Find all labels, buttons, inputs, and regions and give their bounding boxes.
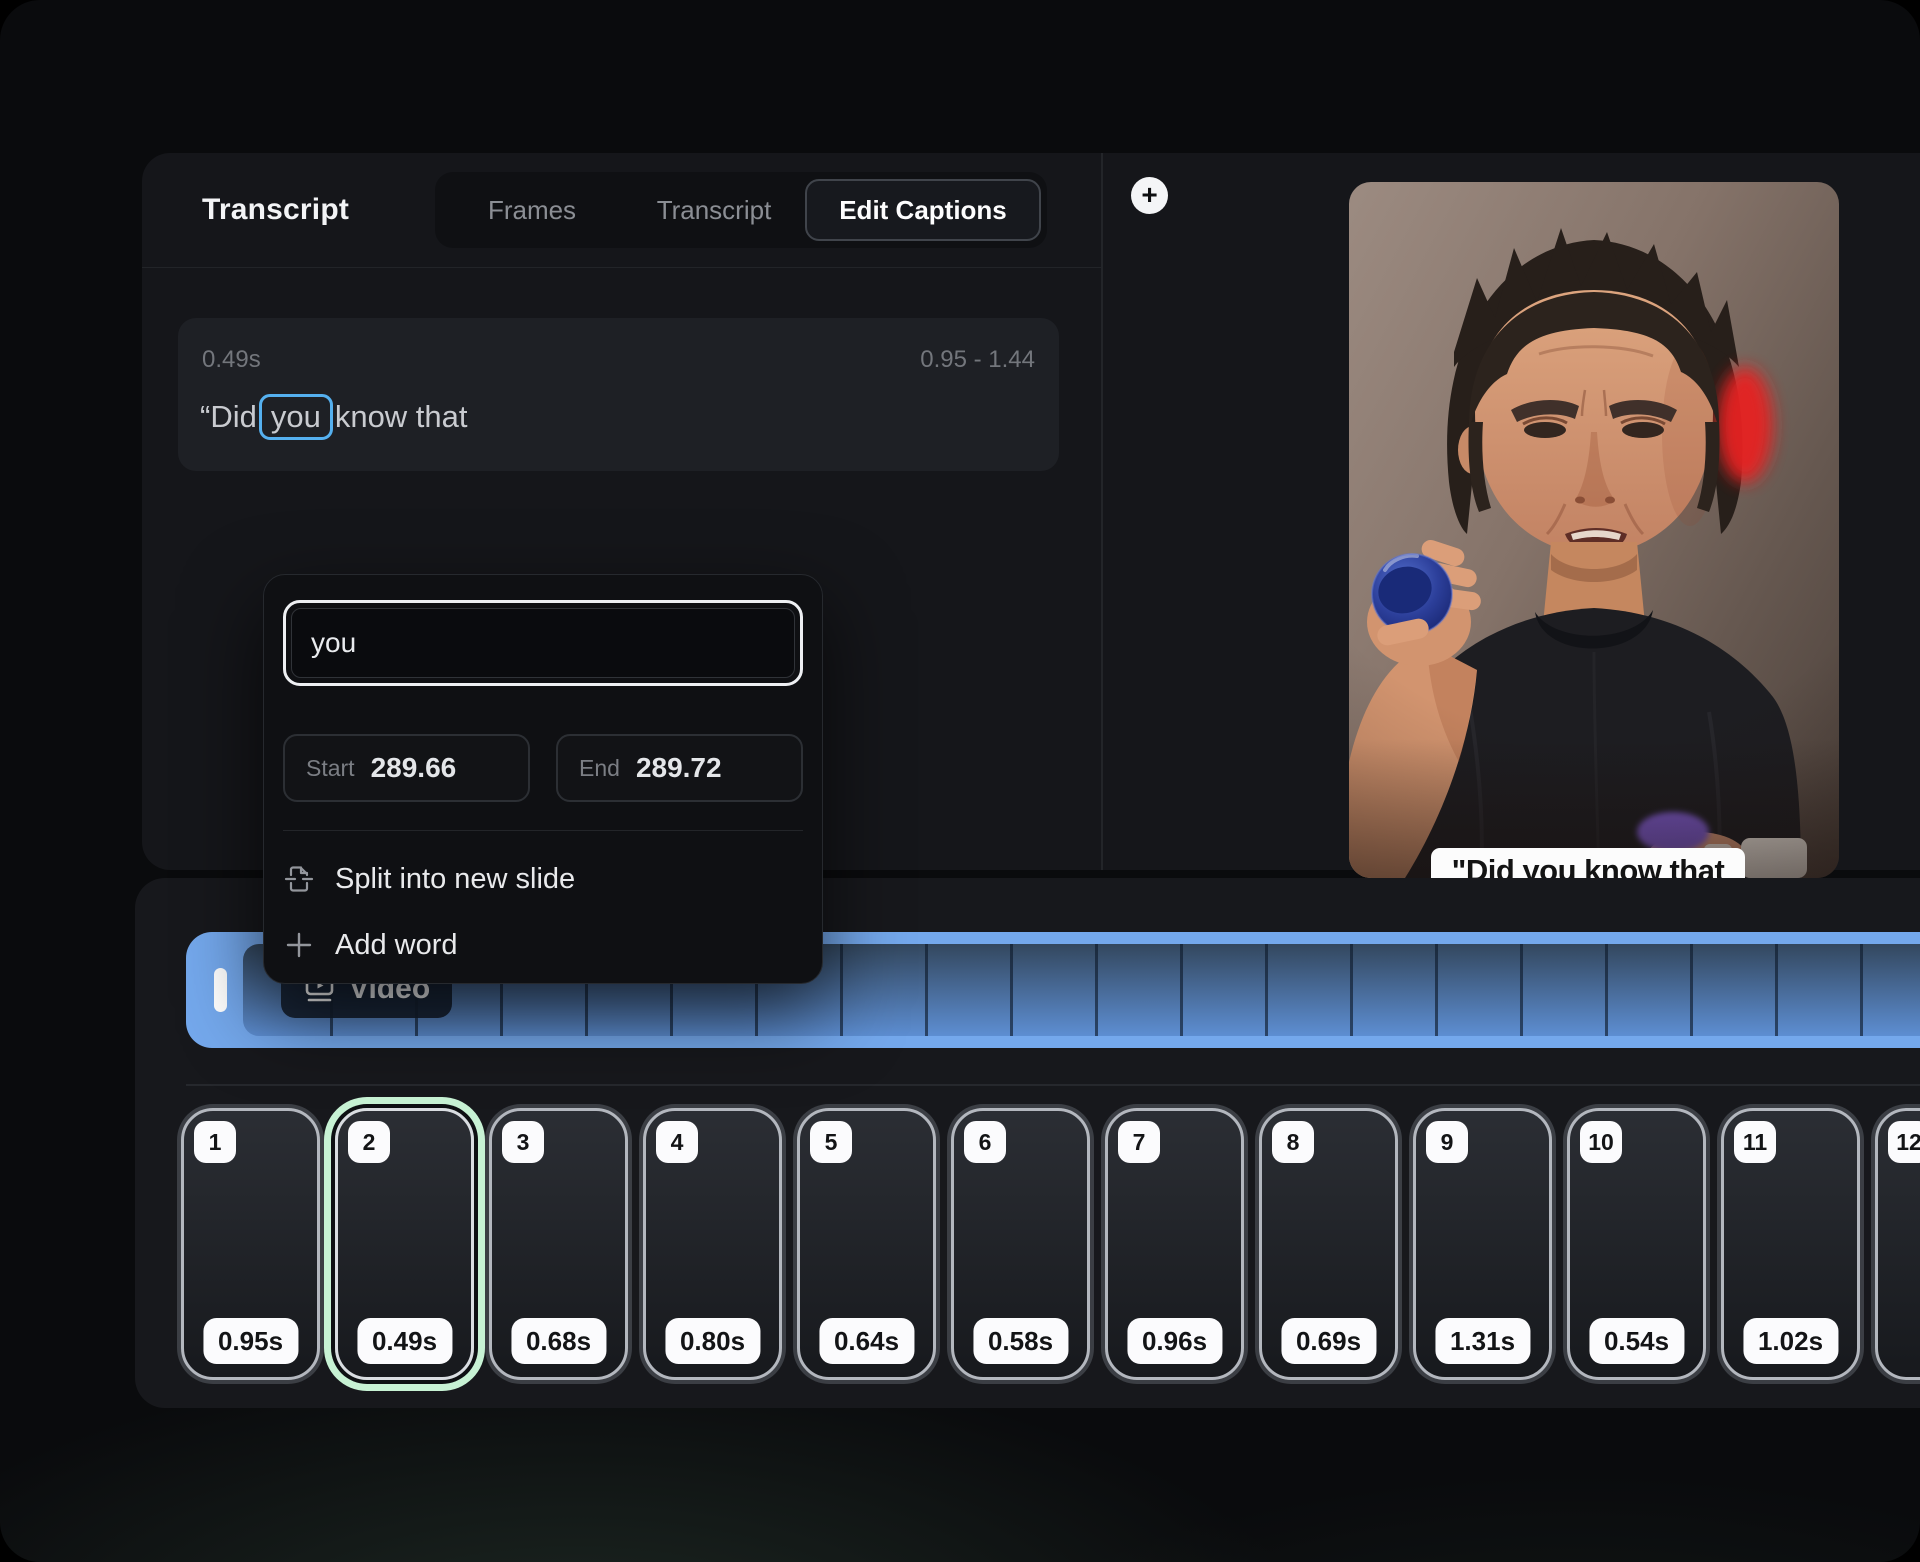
tab-edit-captions[interactable]: Edit Captions	[805, 179, 1041, 241]
preview-pane: +	[1103, 153, 1920, 870]
frame-thumbnail[interactable]: 8 0.69s	[1259, 1108, 1398, 1380]
frame-thumbnail[interactable]: 11 1.02s	[1721, 1108, 1860, 1380]
segment-times: 0.49s 0.95 - 1.44	[178, 318, 1059, 374]
word-input-wrapper: you	[283, 600, 803, 686]
segment-text-before: “Did	[200, 399, 257, 435]
transcript-segment-card[interactable]: 0.49s 0.95 - 1.44 “Did you know that	[178, 318, 1059, 471]
segment-text-after: know that	[335, 399, 468, 435]
frame-duration-badge: 1.02s	[1743, 1318, 1838, 1364]
segment-text: “Did you know that	[200, 394, 1059, 440]
frame-thumbnail[interactable]: 7 0.96s	[1105, 1108, 1244, 1380]
time-fields-row: Start 289.66 End 289.72	[283, 734, 803, 802]
frame-thumbnail[interactable]: 9 1.31s	[1413, 1108, 1552, 1380]
tab-transcript[interactable]: Transcript	[623, 195, 805, 226]
start-value: 289.66	[371, 752, 457, 784]
start-time-field[interactable]: Start 289.66	[283, 734, 530, 802]
add-word-label: Add word	[335, 929, 458, 962]
editor-surface: Transcript Frames Transcript Edit Captio…	[142, 153, 1920, 870]
split-slide-icon	[283, 863, 315, 895]
frame-duration-badge: 0.49s	[357, 1318, 452, 1364]
frame-duration-badge: 0.54s	[1589, 1318, 1684, 1364]
frame-number-badge: 5	[810, 1121, 852, 1163]
segment-time-range: 0.95 - 1.44	[920, 346, 1035, 374]
frame-thumbnail[interactable]: 12	[1875, 1108, 1920, 1380]
frame-thumbnail-selected[interactable]: 2 0.49s	[335, 1108, 474, 1380]
frame-duration-badge: 0.95s	[203, 1318, 298, 1364]
frame-thumbnail[interactable]: 10 0.54s	[1567, 1108, 1706, 1380]
page-title: Transcript	[202, 193, 349, 227]
frame-thumbnail[interactable]: 5 0.64s	[797, 1108, 936, 1380]
start-label: Start	[306, 755, 355, 782]
tab-group: Frames Transcript Edit Captions	[435, 172, 1047, 248]
frame-thumbnail[interactable]: 3 0.68s	[489, 1108, 628, 1380]
frame-number-badge: 11	[1734, 1121, 1776, 1163]
frame-number-badge: 10	[1580, 1121, 1622, 1163]
frame-duration-badge: 0.80s	[665, 1318, 760, 1364]
frame-number-badge: 12	[1888, 1121, 1920, 1163]
frame-number-badge: 4	[656, 1121, 698, 1163]
frame-number-badge: 2	[348, 1121, 390, 1163]
track-trim-handle[interactable]	[214, 968, 227, 1012]
video-preview[interactable]: "Did you know that	[1349, 182, 1839, 878]
pane-body: 0.49s 0.95 - 1.44 “Did you know that you	[142, 268, 1101, 870]
frame-thumbnail[interactable]: 6 0.58s	[951, 1108, 1090, 1380]
frame-number-badge: 6	[964, 1121, 1006, 1163]
end-label: End	[579, 755, 620, 782]
pane-header: Transcript Frames Transcript Edit Captio…	[142, 153, 1101, 268]
frame-thumbnail[interactable]: 4 0.80s	[643, 1108, 782, 1380]
timeline-divider	[186, 1084, 1920, 1086]
frame-duration-badge: 0.68s	[511, 1318, 606, 1364]
video-caption-overlay: "Did you know that	[1431, 848, 1745, 878]
highlighted-word[interactable]: you	[259, 394, 333, 440]
frame-number-badge: 8	[1272, 1121, 1314, 1163]
frame-duration-badge: 0.96s	[1127, 1318, 1222, 1364]
plus-icon	[283, 929, 315, 961]
frame-duration-badge: 0.64s	[819, 1318, 914, 1364]
frame-number-badge: 1	[194, 1121, 236, 1163]
end-value: 289.72	[636, 752, 722, 784]
word-editor-popup: you Start 289.66 End 289.72	[263, 574, 823, 984]
word-input[interactable]: you	[291, 608, 795, 678]
transcript-pane: Transcript Frames Transcript Edit Captio…	[142, 153, 1103, 870]
frames-strip: 1 0.95s 2 0.49s 3 0.68s 4 0.80s 5 0.64s …	[181, 1108, 1920, 1380]
end-time-field[interactable]: End 289.72	[556, 734, 803, 802]
frame-number-badge: 9	[1426, 1121, 1468, 1163]
frame-duration-badge: 0.69s	[1281, 1318, 1376, 1364]
video-frame-illustration	[1349, 182, 1839, 878]
frame-duration-badge: 0.58s	[973, 1318, 1068, 1364]
split-into-new-slide-item[interactable]: Split into new slide	[283, 853, 803, 905]
app-window: Transcript Frames Transcript Edit Captio…	[0, 0, 1920, 1562]
segment-duration: 0.49s	[202, 346, 261, 374]
add-slide-button[interactable]: +	[1131, 177, 1168, 214]
frame-duration-badge: 1.31s	[1435, 1318, 1530, 1364]
tab-frames[interactable]: Frames	[441, 195, 623, 226]
popup-menu: Split into new slide Add word	[283, 830, 803, 971]
frame-number-badge: 7	[1118, 1121, 1160, 1163]
frame-number-badge: 3	[502, 1121, 544, 1163]
split-slide-label: Split into new slide	[335, 863, 575, 896]
frame-thumbnail[interactable]: 1 0.95s	[181, 1108, 320, 1380]
add-word-item[interactable]: Add word	[283, 919, 803, 971]
